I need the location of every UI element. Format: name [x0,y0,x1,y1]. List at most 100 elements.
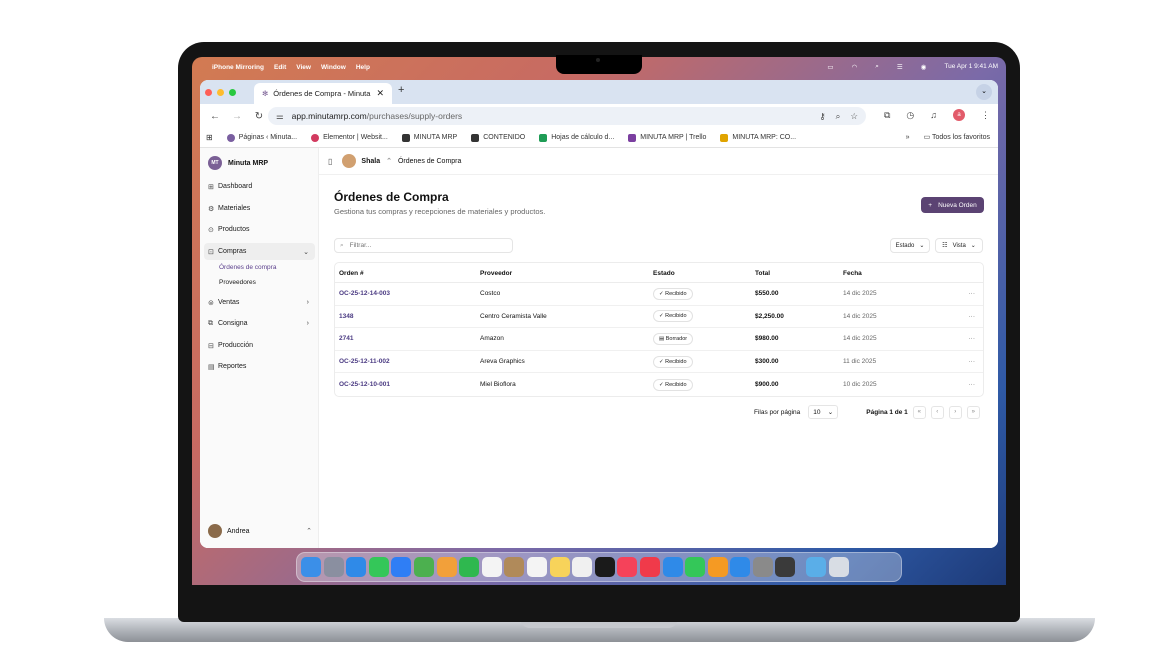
pages-icon[interactable] [707,557,728,577]
zoom-icon[interactable]: ⌕ [836,111,841,122]
first-page-button[interactable]: « [912,405,926,419]
new-tab-button[interactable]: + [398,84,404,96]
bookmark-item[interactable]: MINUTA MRP [401,133,457,142]
brand[interactable]: MT Minuta MRP [208,156,268,170]
row-actions-icon[interactable]: ··· [969,328,976,350]
column-header-order[interactable]: Orden # [339,263,364,283]
row-actions-icon[interactable]: ··· [969,306,976,328]
sidebar-item-dashboard[interactable]: ⊞ Dashboard [204,178,315,195]
menubar-item-view[interactable]: View [296,64,311,71]
control-center-icon[interactable]: ☰ [897,63,903,71]
filter-input[interactable] [347,241,498,250]
contacts-icon[interactable] [504,557,525,577]
new-order-button[interactable]: + Nueva Orden [921,197,984,213]
bookmark-item[interactable]: MINUTA MRP | Trello [628,133,706,142]
back-arrow-icon[interactable]: ← [208,111,222,122]
notes-icon[interactable] [549,557,570,577]
browser-tab-active[interactable]: ✻ Órdenes de Compra - Minuta ✕ [254,83,392,104]
column-header-total[interactable]: Total [755,263,770,283]
table-row[interactable]: 1348 Centro Ceramista Valle ✓ Recibido $… [335,306,983,329]
music-icon[interactable] [617,557,638,577]
launchpad-icon[interactable] [323,557,344,577]
tab-search-chevron-icon[interactable]: ⌄ [976,84,992,100]
sidebar-item-reportes[interactable]: ▤ Reportes [204,358,315,375]
sidebar-item-ventas[interactable]: ⊜ Ventas › [204,294,315,311]
apps-grid-icon[interactable]: ⊞ [206,133,213,142]
site-info-icon[interactable]: ⚌ [276,111,284,122]
sidebar-item-compras[interactable]: ⊡ Compras ⌄ [204,243,315,260]
user-menu[interactable]: Andrea ⌃ [208,524,312,538]
last-page-button[interactable]: » [966,405,980,419]
freeform-icon[interactable] [572,557,593,577]
keynote-icon[interactable] [662,557,683,577]
zoom-window-button[interactable] [229,88,236,96]
trash-icon[interactable] [828,557,849,577]
calendar-icon[interactable] [481,557,502,577]
column-header-date[interactable]: Fecha [843,263,862,283]
row-actions-icon[interactable]: ··· [969,373,976,396]
password-key-icon[interactable]: ⚷ [819,111,825,122]
extensions-icon[interactable]: ⧉ [884,110,890,121]
forward-arrow-icon[interactable]: → [230,111,244,122]
sidebar-subitem-proveedores[interactable]: Proveedores [219,279,256,286]
numbers-icon[interactable] [685,557,706,577]
minimize-window-button[interactable] [217,88,224,96]
maps-icon[interactable] [413,557,434,577]
rows-per-page-select[interactable]: 10 ⌄ [808,405,839,419]
bookmark-item[interactable]: Hojas de cálculo d... [539,133,614,142]
menubar-item-help[interactable]: Help [356,64,370,71]
messages-icon[interactable] [368,557,389,577]
sidebar-subitem-ordenes[interactable]: Órdenes de compra [219,264,276,271]
safari-icon[interactable] [346,557,367,577]
menubar-item-window[interactable]: Window [321,64,346,71]
history-icon[interactable]: ◷ [906,110,914,121]
photos-icon[interactable] [436,557,457,577]
close-tab-icon[interactable]: ✕ [376,88,384,99]
downloads-folder-icon[interactable] [806,557,827,577]
table-row[interactable]: OC-25-12-11-002 Areva Graphics ✓ Recibid… [335,351,983,374]
iphone-mirroring-icon[interactable] [775,557,796,577]
siri-icon[interactable]: ◉ [921,63,927,71]
menubar-item-edit[interactable]: Edit [274,64,286,71]
app-store-icon[interactable] [730,557,751,577]
tv-icon[interactable] [594,557,615,577]
table-row[interactable]: OC-25-12-10-001 Miel Bioflora ✓ Recibido… [335,373,983,396]
reload-icon[interactable]: ↻ [252,111,266,122]
order-link[interactable]: 1348 [339,306,353,328]
column-header-supplier[interactable]: Proveedor [480,263,512,283]
media-control-icon[interactable]: ♫ [930,110,937,120]
address-bar[interactable]: ⚌ app.minutamrp.com/purchases/supply-ord… [268,107,866,125]
order-link[interactable]: OC-25-12-14-003 [339,283,390,305]
vista-button[interactable]: ☷ Vista ⌄ [935,238,983,253]
all-favorites-button[interactable]: ▭ Todos los favoritos [924,133,990,141]
bookmark-item[interactable]: CONTENIDO [471,133,525,142]
facetime-icon[interactable] [459,557,480,577]
toggle-sidebar-icon[interactable]: ▯ [328,157,332,166]
filter-field[interactable]: ⌕ [334,238,513,253]
sidebar-item-productos[interactable]: ⊙ Productos [204,221,315,238]
menubar-clock[interactable]: Tue Apr 1 9:41 AM [944,63,998,71]
row-actions-icon[interactable]: ··· [969,351,976,373]
sidebar-item-consigna[interactable]: ⧉ Consigna › [204,315,315,332]
finder-icon[interactable] [301,557,321,577]
bookmark-item[interactable]: Páginas ‹ Minuta... [226,133,297,142]
spotlight-icon[interactable]: ⌕ [875,63,879,71]
bookmark-item[interactable]: Elementor | Websit... [311,133,388,142]
order-link[interactable]: 2741 [339,328,353,350]
sidebar-item-materiales[interactable]: ⚙ Materiales [204,200,315,217]
menubar-app-name[interactable]: iPhone Mirroring [212,64,264,71]
wifi-icon[interactable]: ◠ [852,63,858,71]
reminders-icon[interactable] [526,557,547,577]
prev-page-button[interactable]: ‹ [930,405,944,419]
column-header-status[interactable]: Estado [653,263,675,283]
table-row[interactable]: OC-25-12-14-003 Costco ✓ Recibido $550.0… [335,283,983,306]
profile-avatar[interactable]: a [953,109,965,121]
order-link[interactable]: OC-25-12-10-001 [339,373,390,396]
sidebar-item-produccion[interactable]: ⊟ Producción [204,337,315,354]
system-settings-icon[interactable] [752,557,773,577]
bookmark-star-icon[interactable]: ☆ [850,111,858,122]
next-page-button[interactable]: › [948,405,962,419]
bookmark-item[interactable]: MINUTA MRP: CO... [720,133,796,142]
order-link[interactable]: OC-25-12-11-002 [339,351,390,373]
news-icon[interactable] [639,557,660,577]
